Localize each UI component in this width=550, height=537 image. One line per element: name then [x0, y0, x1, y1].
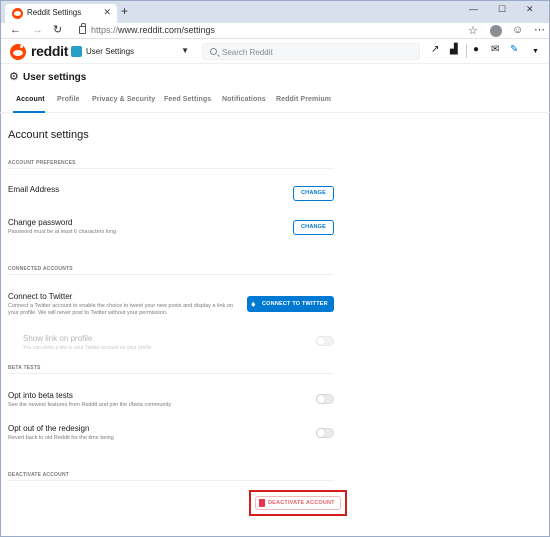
connected-accounts-header: CONNECTED ACCOUNTS	[8, 266, 73, 272]
divider	[8, 274, 334, 275]
tab-notifications[interactable]: Notifications	[222, 96, 266, 103]
divider	[8, 480, 334, 481]
search-input[interactable]: Search Reddit	[202, 43, 420, 60]
account-preferences-header: ACCOUNT PREFERENCES	[8, 160, 76, 166]
opt-into-beta-desc: See the newest features from Reddit and …	[8, 402, 171, 408]
opt-out-redesign-toggle[interactable]	[316, 428, 334, 438]
close-tab-icon[interactable]: ✕	[103, 7, 111, 18]
search-icon	[210, 48, 217, 55]
connect-twitter-desc: Connect a Twitter account to enable the …	[8, 303, 233, 316]
page-title: User settings	[23, 72, 87, 83]
maximize-icon[interactable]: ☐	[498, 4, 506, 15]
change-password-button[interactable]: CHANGE	[293, 220, 334, 235]
browser-menu-icon[interactable]: ⋯	[534, 23, 545, 36]
address-input[interactable]: https://www.reddit.com/settings	[91, 25, 215, 35]
browser-tab[interactable]: Reddit Settings ✕	[5, 4, 117, 23]
tab-reddit-premium[interactable]: Reddit Premium	[276, 96, 331, 103]
user-menu-chevron-icon[interactable]: ▼	[532, 46, 539, 58]
tab-privacy-security[interactable]: Privacy & Security	[92, 96, 155, 103]
deactivate-account-label: DEACTIVATE ACCOUNT	[268, 500, 335, 506]
connect-twitter-button-label: CONNECT TO TWITTER	[262, 301, 328, 307]
show-link-desc: You can show a link to your Twitter acco…	[23, 345, 152, 351]
show-link-label: Show link on profile	[23, 334, 93, 343]
community-selector[interactable]: User Settings ▼	[71, 43, 193, 61]
stats-icon[interactable]: ▟	[450, 44, 458, 56]
address-bar-row: ← → ↻ https://www.reddit.com/settings ☆ …	[1, 23, 549, 39]
community-selector-label: User Settings	[86, 47, 135, 56]
tab-profile[interactable]: Profile	[57, 96, 79, 103]
settings-tabs: Account Profile Privacy & Security Feed …	[0, 93, 550, 113]
show-link-toggle[interactable]	[316, 336, 334, 346]
tab-title: Reddit Settings	[27, 8, 82, 17]
chat-icon[interactable]: ●	[473, 44, 479, 56]
minimize-icon[interactable]: —	[469, 4, 478, 14]
connect-twitter-label: Connect to Twitter	[8, 292, 73, 301]
feedback-smile-icon[interactable]: ☺	[512, 24, 523, 36]
tab-account[interactable]: Account	[16, 96, 45, 103]
create-post-icon[interactable]: ✎	[510, 44, 518, 56]
active-tab-indicator	[13, 111, 45, 113]
tab-feed-settings[interactable]: Feed Settings	[164, 96, 211, 103]
back-icon[interactable]: ←	[10, 24, 21, 37]
browser-tab-bar: Reddit Settings ✕ + — ☐ ✕	[1, 1, 549, 23]
divider	[8, 373, 334, 374]
opt-into-beta-toggle[interactable]	[316, 394, 334, 404]
deactivate-account-button[interactable]: DEACTIVATE ACCOUNT	[255, 496, 341, 510]
deactivate-account-header: DEACTIVATE ACCOUNT	[8, 472, 70, 478]
section-heading: Account settings	[8, 129, 89, 141]
opt-into-beta-label: Opt into beta tests	[8, 391, 73, 400]
trash-icon	[259, 499, 265, 507]
beta-tests-header: BETA TESTS	[8, 365, 41, 371]
browser-profile-avatar[interactable]	[490, 25, 502, 37]
email-address-label: Email Address	[8, 185, 60, 194]
messages-icon[interactable]: ✉	[491, 44, 499, 56]
window-close-icon[interactable]: ✕	[526, 4, 534, 15]
favorite-star-icon[interactable]: ☆	[468, 24, 478, 37]
change-email-button[interactable]: CHANGE	[293, 186, 334, 201]
change-password-label: Change password	[8, 218, 73, 227]
connect-twitter-button[interactable]: ♦ CONNECT TO TWITTER	[247, 296, 334, 312]
change-password-desc: Password must be at least 6 characters l…	[8, 229, 117, 235]
header-divider	[466, 44, 467, 58]
lock-icon	[79, 23, 86, 34]
chevron-down-icon: ▼	[181, 46, 189, 55]
twitter-bird-icon: ♦	[251, 299, 256, 309]
opt-out-redesign-desc: Revert back to old Reddit for the time b…	[8, 435, 114, 441]
search-placeholder: Search Reddit	[222, 48, 273, 57]
reddit-favicon-icon	[12, 8, 23, 19]
reddit-logo-icon[interactable]	[10, 44, 26, 60]
reddit-wordmark[interactable]: reddit	[31, 43, 68, 59]
refresh-icon[interactable]: ↻	[53, 24, 62, 37]
forward-icon[interactable]: →	[32, 24, 43, 37]
trending-icon[interactable]: ↗	[431, 44, 439, 56]
divider	[8, 168, 334, 169]
user-settings-icon	[71, 46, 82, 57]
new-tab-button[interactable]: +	[121, 5, 128, 17]
gear-icon: ⚙	[9, 71, 19, 83]
deactivate-highlight: DEACTIVATE ACCOUNT	[249, 490, 347, 516]
opt-out-redesign-label: Opt out of the redesign	[8, 424, 90, 433]
